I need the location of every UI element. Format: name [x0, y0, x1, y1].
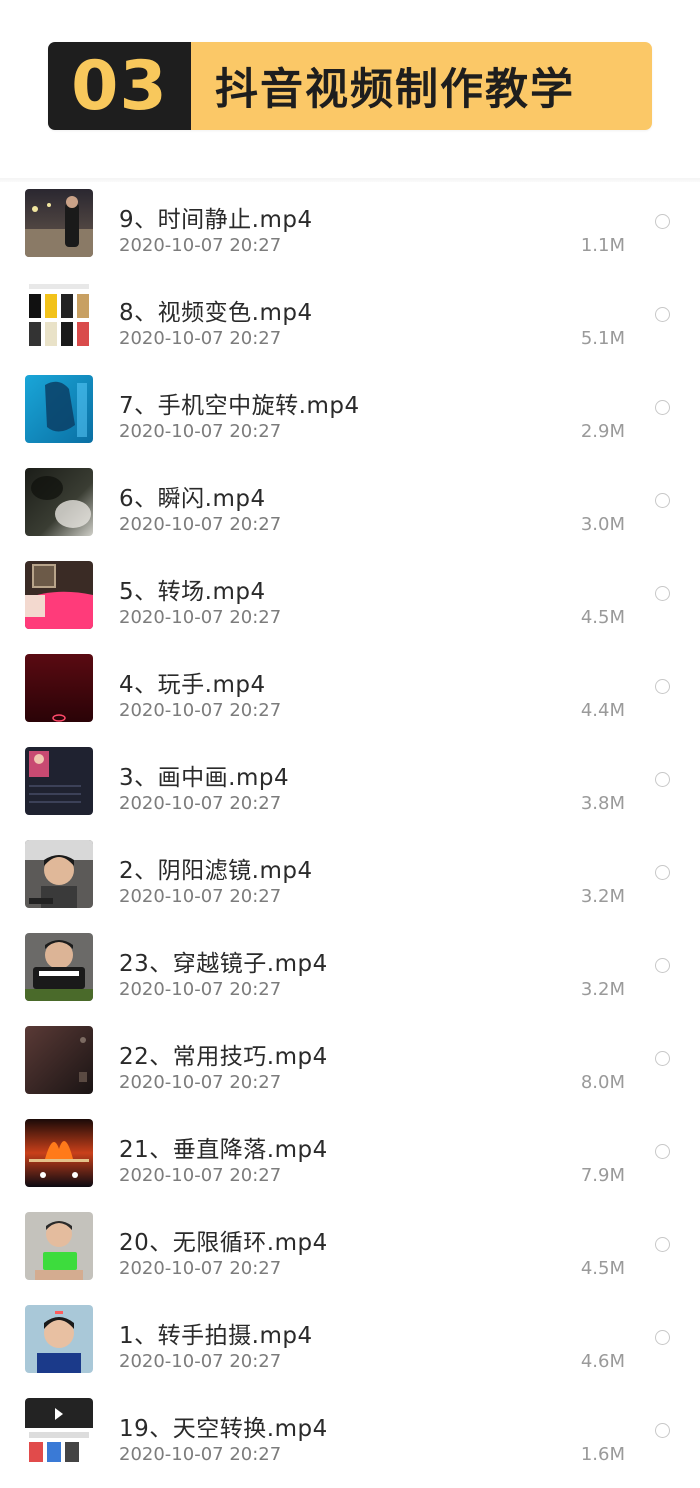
fire-thumbnail — [25, 1119, 93, 1187]
file-row[interactable]: 21、垂直降落.mp4 2020-10-07 20:27 7.9M — [0, 1116, 700, 1209]
file-size: 2.9M — [580, 421, 625, 442]
file-size: 5.1M — [580, 328, 625, 349]
file-row[interactable]: 19、天空转换.mp4 2020-10-07 20:27 1.6M — [0, 1395, 700, 1488]
file-date: 2020-10-07 20:27 — [119, 886, 282, 907]
file-size: 3.2M — [580, 886, 625, 907]
file-name: 1、转手拍摄.mp4 — [119, 1323, 313, 1349]
select-radio[interactable] — [655, 679, 670, 694]
file-date: 2020-10-07 20:27 — [119, 979, 282, 1000]
file-row[interactable]: 3、画中画.mp4 2020-10-07 20:27 3.8M — [0, 744, 700, 837]
street-night-thumbnail — [25, 189, 93, 257]
select-radio[interactable] — [655, 1423, 670, 1438]
section-title: 抖音视频制作教学 — [191, 42, 652, 130]
phone-loop-thumbnail — [25, 1212, 93, 1280]
file-row[interactable]: 9、时间静止.mp4 2020-10-07 20:27 1.1M — [0, 186, 700, 279]
file-size: 3.8M — [580, 793, 625, 814]
file-row[interactable]: 20、无限循环.mp4 2020-10-07 20:27 4.5M — [0, 1209, 700, 1302]
file-size: 1.6M — [580, 1444, 625, 1465]
header-divider — [0, 178, 700, 182]
file-date: 2020-10-07 20:27 — [119, 1351, 282, 1372]
blue-screen-thumbnail — [25, 375, 93, 443]
file-row[interactable]: 6、瞬闪.mp4 2020-10-07 20:27 3.0M — [0, 465, 700, 558]
file-row[interactable]: 8、视频变色.mp4 2020-10-07 20:27 5.1M — [0, 279, 700, 372]
file-name: 8、视频变色.mp4 — [119, 300, 313, 326]
pink-wall-thumbnail — [25, 561, 93, 629]
file-size: 4.5M — [580, 607, 625, 628]
sky-editor-thumbnail — [25, 1398, 93, 1466]
blurry-dark-thumbnail — [25, 468, 93, 536]
file-name: 19、天空转换.mp4 — [119, 1416, 328, 1442]
file-row[interactable]: 2、阴阳滤镜.mp4 2020-10-07 20:27 3.2M — [0, 837, 700, 930]
select-radio[interactable] — [655, 493, 670, 508]
file-name: 6、瞬闪.mp4 — [119, 486, 266, 512]
select-radio[interactable] — [655, 400, 670, 415]
select-radio[interactable] — [655, 1051, 670, 1066]
file-date: 2020-10-07 20:27 — [119, 514, 282, 535]
file-date: 2020-10-07 20:27 — [119, 1258, 282, 1279]
face-filter-thumbnail — [25, 840, 93, 908]
file-row[interactable]: 7、手机空中旋转.mp4 2020-10-07 20:27 2.9M — [0, 372, 700, 465]
title-banner: 03 抖音视频制作教学 — [48, 42, 652, 130]
file-size: 4.4M — [580, 700, 625, 721]
file-date: 2020-10-07 20:27 — [119, 1165, 282, 1186]
file-name: 4、玩手.mp4 — [119, 672, 266, 698]
file-name: 9、时间静止.mp4 — [119, 207, 313, 233]
file-size: 8.0M — [580, 1072, 625, 1093]
file-row[interactable]: 4、玩手.mp4 2020-10-07 20:27 4.4M — [0, 651, 700, 744]
file-name: 20、无限循环.mp4 — [119, 1230, 328, 1256]
file-name: 7、手机空中旋转.mp4 — [119, 393, 360, 419]
file-date: 2020-10-07 20:27 — [119, 421, 282, 442]
file-size: 1.1M — [580, 235, 625, 256]
file-date: 2020-10-07 20:27 — [119, 793, 282, 814]
file-size: 3.2M — [580, 979, 625, 1000]
dark-red-thumbnail — [25, 654, 93, 722]
file-row[interactable]: 23、穿越镜子.mp4 2020-10-07 20:27 3.2M — [0, 930, 700, 1023]
file-date: 2020-10-07 20:27 — [119, 235, 282, 256]
file-size: 7.9M — [580, 1165, 625, 1186]
select-radio[interactable] — [655, 307, 670, 322]
file-list: 9、时间静止.mp4 2020-10-07 20:27 1.1M 8、视频变色.mp4… — [0, 186, 700, 1488]
file-name: 2、阴阳滤镜.mp4 — [119, 858, 313, 884]
file-size: 3.0M — [580, 514, 625, 535]
file-name: 3、画中画.mp4 — [119, 765, 290, 791]
select-radio[interactable] — [655, 1237, 670, 1252]
select-radio[interactable] — [655, 1144, 670, 1159]
file-name: 23、穿越镜子.mp4 — [119, 951, 328, 977]
app-screen-thumbnail — [25, 747, 93, 815]
file-size: 4.5M — [580, 1258, 625, 1279]
file-date: 2020-10-07 20:27 — [119, 700, 282, 721]
selfie-thumbnail — [25, 1305, 93, 1373]
file-size: 4.6M — [580, 1351, 625, 1372]
select-radio[interactable] — [655, 772, 670, 787]
mirror-face-thumbnail — [25, 933, 93, 1001]
file-date: 2020-10-07 20:27 — [119, 607, 282, 628]
select-radio[interactable] — [655, 865, 670, 880]
file-date: 2020-10-07 20:27 — [119, 1444, 282, 1465]
file-name: 22、常用技巧.mp4 — [119, 1044, 328, 1070]
select-radio[interactable] — [655, 1330, 670, 1345]
file-date: 2020-10-07 20:27 — [119, 1072, 282, 1093]
collage-thumbnail — [25, 282, 93, 350]
file-row[interactable]: 5、转场.mp4 2020-10-07 20:27 4.5M — [0, 558, 700, 651]
file-name: 21、垂直降落.mp4 — [119, 1137, 328, 1163]
file-row[interactable]: 22、常用技巧.mp4 2020-10-07 20:27 8.0M — [0, 1023, 700, 1116]
file-name: 5、转场.mp4 — [119, 579, 266, 605]
select-radio[interactable] — [655, 958, 670, 973]
file-row[interactable]: 1、转手拍摄.mp4 2020-10-07 20:27 4.6M — [0, 1302, 700, 1395]
select-radio[interactable] — [655, 586, 670, 601]
dark-room-thumbnail — [25, 1026, 93, 1094]
select-radio[interactable] — [655, 214, 670, 229]
section-number: 03 — [48, 42, 191, 130]
file-date: 2020-10-07 20:27 — [119, 328, 282, 349]
